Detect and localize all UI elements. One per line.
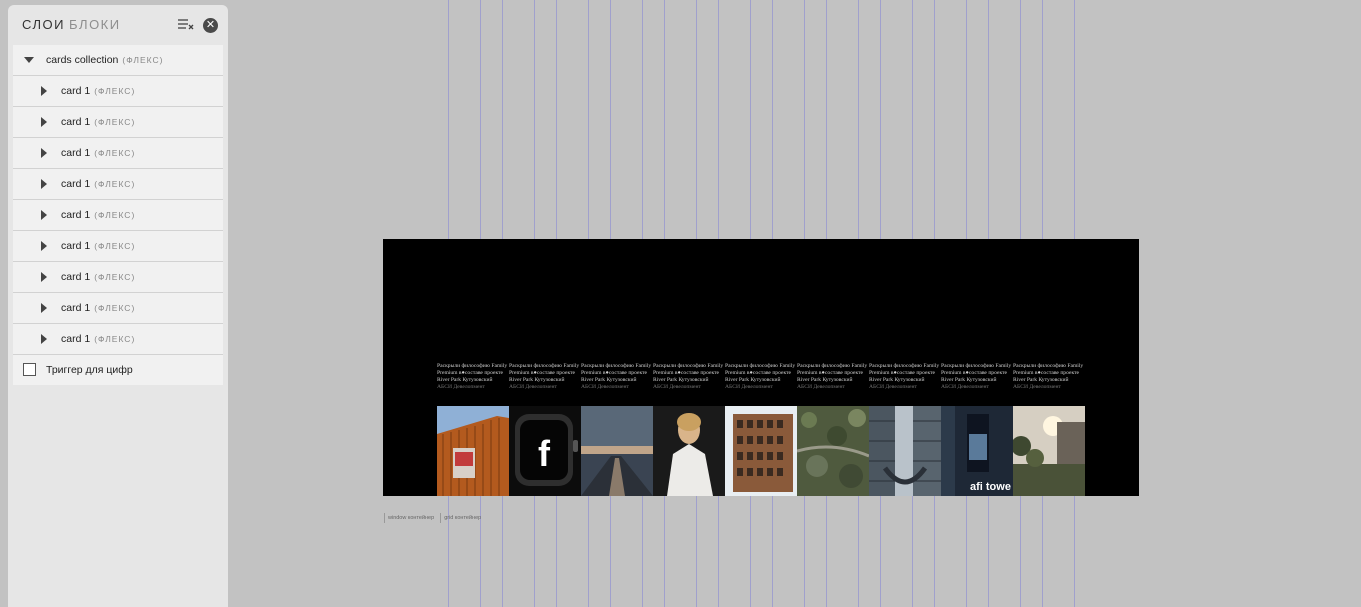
- layer-label: card 1 (ФЛЕКС): [61, 209, 136, 221]
- layer-row[interactable]: card 1 (ФЛЕКС): [13, 200, 223, 231]
- card-text: Раскрыли философию Family Premium в●сост…: [509, 363, 580, 390]
- caret-right-icon[interactable]: [41, 241, 47, 251]
- card-text: Раскрыли философию Family Premium в●сост…: [1013, 363, 1084, 390]
- layer-row[interactable]: card 1 (ФЛЕКС): [13, 107, 223, 138]
- digit-trigger-row[interactable]: Триггер для цифр: [13, 355, 223, 385]
- layer-label: card 1 (ФЛЕКС): [61, 333, 136, 345]
- layer-label: card 1 (ФЛЕКС): [61, 302, 136, 314]
- card[interactable]: Раскрыли философию Family Premium в●сост…: [509, 363, 581, 496]
- afi-tower-caption: afi towe: [970, 481, 1011, 493]
- layer-label: card 1 (ФЛЕКС): [61, 178, 136, 190]
- card-image: [1013, 406, 1085, 496]
- layer-row-root[interactable]: cards collection (ФЛЕКС): [13, 45, 223, 76]
- card-text: Раскрыли философию Family Premium в●сост…: [581, 363, 652, 390]
- card-image: [581, 406, 653, 496]
- card[interactable]: Раскрыли философию Family Premium в●сост…: [797, 363, 869, 496]
- layer-label: card 1 (ФЛЕКС): [61, 116, 136, 128]
- caret-right-icon[interactable]: [41, 179, 47, 189]
- card-image: f: [509, 406, 581, 496]
- watch-glyph: f: [538, 433, 551, 474]
- caret-right-icon[interactable]: [41, 210, 47, 220]
- caret-right-icon[interactable]: [41, 272, 47, 282]
- woman-portrait-image: [653, 406, 725, 496]
- caret-right-icon[interactable]: [41, 86, 47, 96]
- layer-row[interactable]: card 1 (ФЛЕКС): [13, 262, 223, 293]
- frame-labels: window контейнер grid контейнер: [384, 513, 487, 523]
- card-text: Раскрыли философию Family Premium в●сост…: [941, 363, 1012, 390]
- digit-trigger-label: Триггер для цифр: [46, 364, 133, 376]
- layer-row[interactable]: card 1 (ФЛЕКС): [13, 231, 223, 262]
- layer-row[interactable]: card 1 (ФЛЕКС): [13, 169, 223, 200]
- layer-label: card 1 (ФЛЕКС): [61, 240, 136, 252]
- glass-towers-image: [869, 406, 941, 496]
- canvas-frame[interactable]: Раскрыли философию Family Premium в●сост…: [383, 239, 1139, 496]
- card-image: [437, 406, 509, 496]
- close-icon[interactable]: ✕: [203, 18, 218, 33]
- frame-label-grid[interactable]: grid контейнер: [440, 513, 484, 523]
- card-text: Раскрыли философию Family Premium в●сост…: [725, 363, 796, 390]
- caret-right-icon[interactable]: [41, 303, 47, 313]
- aerial-greenery-image: [797, 406, 869, 496]
- layer-label: card 1 (ФЛЕКС): [61, 85, 136, 97]
- card-image: [725, 406, 797, 496]
- layer-row[interactable]: card 1 (ФЛЕКС): [13, 324, 223, 355]
- layer-row[interactable]: card 1 (ФЛЕКС): [13, 293, 223, 324]
- layer-label: cards collection (ФЛЕКС): [46, 54, 164, 66]
- panel-header: СЛОИ БЛОКИ ✕: [8, 5, 228, 45]
- card[interactable]: Раскрыли философию Family Premium в●сост…: [941, 363, 1013, 496]
- card[interactable]: Раскрыли философию Family Premium в●сост…: [437, 363, 509, 496]
- layer-row[interactable]: card 1 (ФЛЕКС): [13, 76, 223, 107]
- building-facade-image: [437, 406, 509, 496]
- card-image: [869, 406, 941, 496]
- courtyard-image: [1013, 406, 1085, 496]
- card[interactable]: Раскрыли философию Family Premium в●сост…: [725, 363, 797, 496]
- caret-right-icon[interactable]: [41, 334, 47, 344]
- card-text: Раскрыли философию Family Premium в●сост…: [653, 363, 724, 390]
- card-image: afi towe: [941, 406, 1013, 496]
- caret-down-icon[interactable]: [24, 57, 34, 63]
- card-text: Раскрыли философию Family Premium в●сост…: [869, 363, 940, 390]
- tab-blocks[interactable]: БЛОКИ: [69, 17, 121, 32]
- card[interactable]: Раскрыли философию Family Premium в●сост…: [869, 363, 941, 496]
- card-image: [653, 406, 725, 496]
- layer-label: card 1 (ФЛЕКС): [61, 271, 136, 283]
- tab-layers[interactable]: СЛОИ: [22, 17, 65, 32]
- collapse-list-icon[interactable]: [177, 17, 195, 33]
- card[interactable]: Раскрыли философию Family Premium в●сост…: [581, 363, 653, 496]
- afi-tower-image: afi towe: [941, 406, 1013, 496]
- card-image: [797, 406, 869, 496]
- frame-label-window[interactable]: window контейнер: [384, 513, 437, 523]
- layer-row[interactable]: card 1 (ФЛЕКС): [13, 138, 223, 169]
- layer-label: card 1 (ФЛЕКС): [61, 147, 136, 159]
- city-river-image: [581, 406, 653, 496]
- digit-trigger-checkbox[interactable]: [23, 363, 36, 376]
- brick-building-image: [725, 406, 797, 496]
- caret-right-icon[interactable]: [41, 148, 47, 158]
- caret-right-icon[interactable]: [41, 117, 47, 127]
- card-text: Раскрыли философию Family Premium в●сост…: [797, 363, 868, 390]
- layers-panel: СЛОИ БЛОКИ ✕ cards collection (ФЛЕКС) car…: [8, 5, 228, 607]
- card[interactable]: Раскрыли философию Family Premium в●сост…: [1013, 363, 1085, 496]
- card[interactable]: Раскрыли философию Family Premium в●сост…: [653, 363, 725, 496]
- smartwatch-image: f: [509, 406, 581, 496]
- layers-tree: cards collection (ФЛЕКС) card 1 (ФЛЕКС) ca…: [13, 45, 223, 385]
- card-text: Раскрыли философию Family Premium в●сост…: [437, 363, 508, 390]
